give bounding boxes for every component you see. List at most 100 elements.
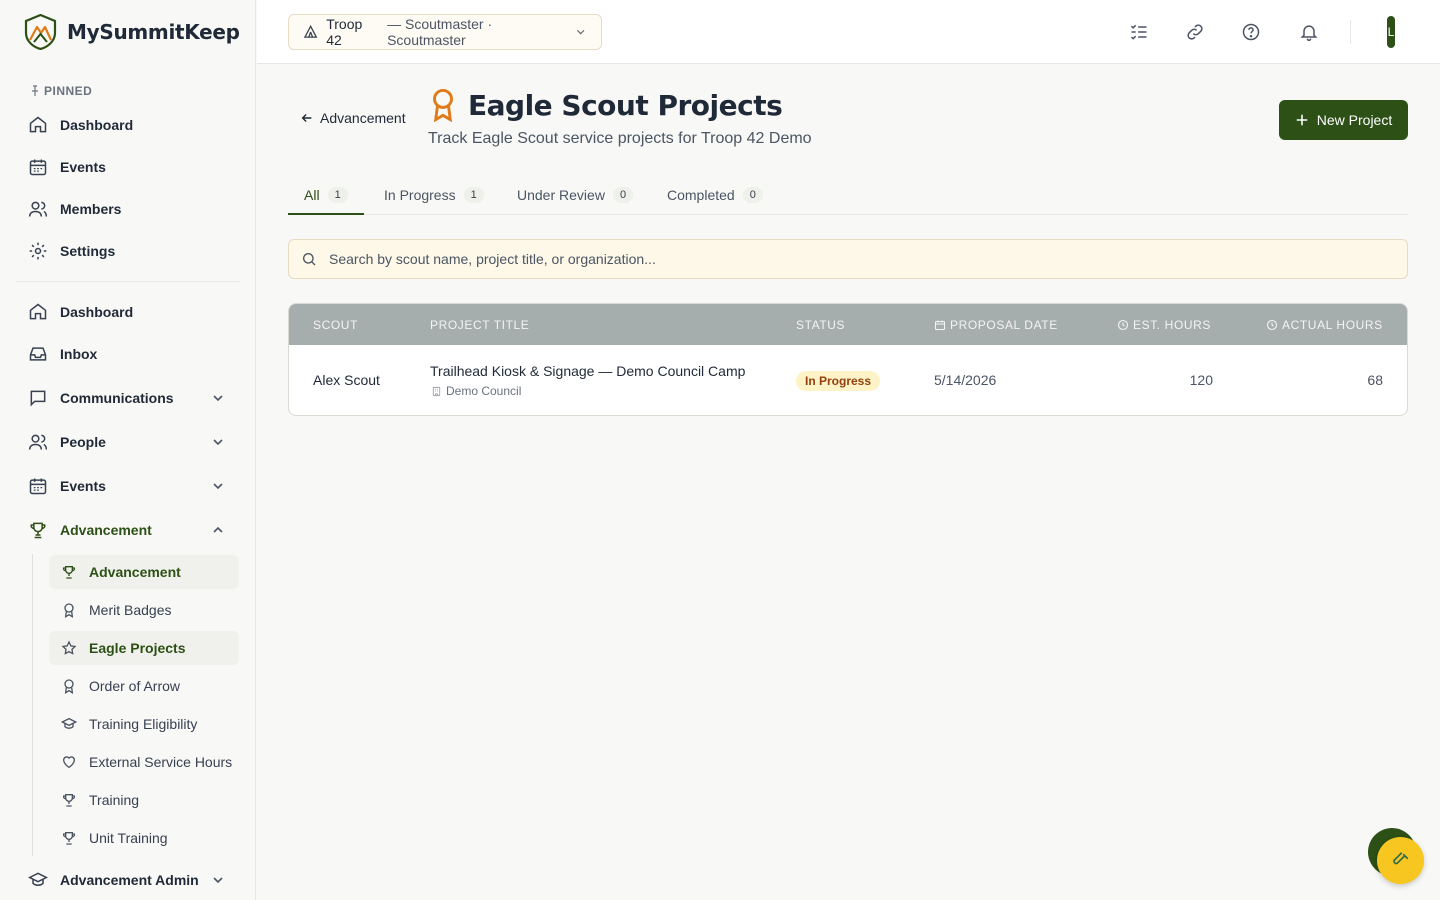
sub-external-service-hours-link[interactable]: External Service Hours	[49, 745, 239, 779]
award-icon	[61, 602, 77, 618]
column-header-est-hours[interactable]: EST. HOURS	[1117, 318, 1211, 332]
status-badge: In Progress	[796, 371, 881, 391]
link-icon	[1187, 24, 1203, 40]
search-icon	[303, 252, 316, 266]
column-header-status[interactable]: STATUS	[796, 318, 845, 332]
graduation-cap-icon	[61, 716, 77, 732]
column-header-project-title[interactable]: PROJECT TITLE	[430, 318, 529, 332]
troop-name: Troop 42	[326, 16, 363, 48]
bell-icon	[1300, 25, 1318, 42]
new-project-button[interactable]: New Project	[1279, 100, 1408, 140]
tab-in-progress[interactable]: In Progress 1	[368, 176, 500, 214]
chevron-down-icon	[213, 439, 223, 446]
calendar-icon	[934, 320, 946, 331]
building-icon	[432, 386, 441, 396]
tab-count: 1	[463, 187, 484, 203]
projects-table: SCOUT PROJECT TITLE STATUS PROPOSAL DATE…	[288, 303, 1408, 416]
graduation-cap-icon	[28, 870, 48, 890]
page-subtitle: Track Eagle Scout service projects for T…	[428, 130, 812, 147]
plus-icon	[1296, 114, 1308, 126]
pinned-dashboard-link[interactable]: Dashboard	[16, 107, 240, 143]
troop-selector[interactable]: Troop 42 — Scoutmaster · Scoutmaster	[288, 14, 602, 50]
pinned-members-link[interactable]: Members	[16, 191, 240, 227]
users-icon	[28, 199, 48, 219]
tab-under-review[interactable]: Under Review 0	[501, 176, 649, 214]
arrow-left-icon	[301, 114, 312, 122]
page-title: Eagle Scout Projects	[468, 88, 783, 122]
sub-unit-training-link[interactable]: Unit Training	[49, 821, 239, 855]
nav-dashboard-link[interactable]: Dashboard	[16, 294, 240, 330]
sub-training-eligibility-link[interactable]: Training Eligibility	[49, 707, 239, 741]
chevron-down-icon	[213, 877, 223, 884]
search-bar	[288, 239, 1408, 279]
back-to-advancement-link[interactable]: Advancement	[300, 110, 406, 126]
sub-order-of-arrow-link[interactable]: Order of Arrow	[49, 669, 239, 703]
user-avatar[interactable]: L	[1387, 16, 1395, 48]
cell-organization: Demo Council	[431, 384, 521, 398]
tab-count: 0	[742, 187, 763, 203]
calendar-icon	[28, 157, 48, 177]
tab-completed[interactable]: Completed 0	[651, 176, 779, 214]
nav-advancement-admin-link[interactable]: Advancement Admin	[16, 862, 240, 898]
tab-count: 1	[327, 186, 348, 203]
pinned-section-label: PINNED	[30, 84, 92, 98]
checklist-button[interactable]	[1127, 20, 1151, 44]
tab-count: 0	[612, 187, 634, 203]
inbox-icon	[28, 344, 48, 364]
troop-role: — Scoutmaster · Scoutmaster	[387, 16, 493, 48]
trophy-icon	[61, 830, 77, 846]
message-icon	[28, 388, 48, 408]
cell-project-title[interactable]: Trailhead Kiosk & Signage — Demo Council…	[430, 363, 745, 379]
sub-training-link[interactable]: Training	[49, 783, 239, 817]
tent-icon	[303, 24, 318, 38]
pinned-settings-link[interactable]: Settings	[16, 233, 240, 269]
sub-eagle-projects-link[interactable]: Eagle Projects	[49, 631, 239, 665]
cell-scout: Alex Scout	[313, 372, 380, 388]
cell-proposal-date: 5/14/2026	[934, 372, 997, 388]
trophy-icon	[61, 564, 77, 580]
clock-icon	[1266, 319, 1278, 331]
chevron-down-icon	[213, 395, 223, 402]
app-logo[interactable]: MySummitKeep	[24, 14, 240, 50]
chevron-down-icon	[576, 29, 585, 35]
sidebar-divider	[16, 281, 240, 282]
submenu-guide-line	[32, 554, 33, 856]
cell-actual-hours: 68	[1367, 372, 1383, 388]
chevron-down-icon	[213, 483, 223, 490]
column-header-scout[interactable]: SCOUT	[313, 318, 358, 332]
pinned-events-link[interactable]: Events	[16, 149, 240, 185]
checklist-icon	[1130, 24, 1147, 40]
table-header: SCOUT PROJECT TITLE STATUS PROPOSAL DATE…	[289, 304, 1407, 345]
trophy-icon	[28, 520, 48, 540]
test-tools-fab-button[interactable]	[1377, 837, 1424, 884]
nav-events-link[interactable]: Events	[16, 468, 240, 504]
sidebar: MySummitKeep PINNED Dashboard Events Mem…	[0, 0, 256, 900]
star-icon	[61, 640, 77, 656]
clock-icon	[1117, 319, 1129, 331]
award-icon	[433, 88, 453, 122]
tab-all[interactable]: All 1	[288, 176, 364, 215]
top-bar: Troop 42 — Scoutmaster · Scoutmaster L	[257, 0, 1440, 64]
cell-est-hours: 120	[1189, 372, 1213, 388]
column-header-actual-hours[interactable]: ACTUAL HOURS	[1266, 318, 1383, 332]
status-tabs: All 1 In Progress 1 Under Review 0 Compl…	[288, 176, 1408, 215]
award-icon	[61, 678, 77, 694]
app-name: MySummitKeep	[67, 20, 240, 44]
nav-communications-link[interactable]: Communications	[16, 380, 240, 416]
trophy-icon	[61, 792, 77, 808]
home-icon	[28, 115, 48, 135]
link-button[interactable]	[1183, 20, 1207, 44]
nav-inbox-link[interactable]: Inbox	[16, 336, 240, 372]
help-button[interactable]	[1239, 20, 1263, 44]
nav-advancement-link[interactable]: Advancement	[16, 512, 240, 548]
nav-people-link[interactable]: People	[16, 424, 240, 460]
notifications-button[interactable]	[1297, 20, 1321, 44]
gear-icon	[28, 241, 48, 261]
column-header-proposal-date[interactable]: PROPOSAL DATE	[934, 318, 1058, 332]
home-icon	[28, 302, 48, 322]
topbar-divider	[1350, 20, 1351, 44]
sub-advancement-link[interactable]: Advancement	[49, 555, 239, 589]
sub-merit-badges-link[interactable]: Merit Badges	[49, 593, 239, 627]
search-input[interactable]	[329, 251, 1329, 267]
mountain-logo-icon	[24, 14, 57, 50]
